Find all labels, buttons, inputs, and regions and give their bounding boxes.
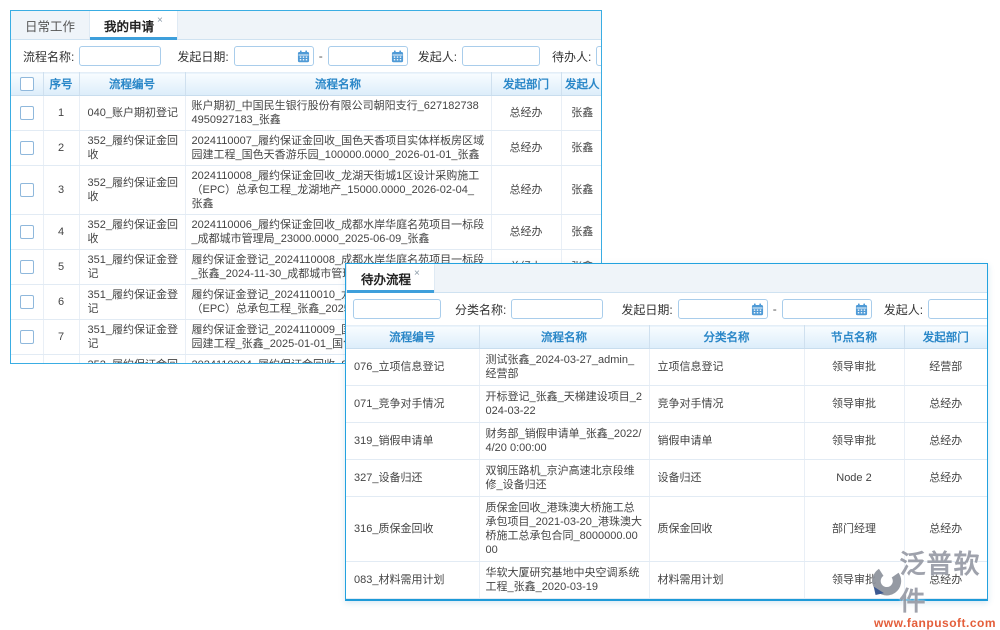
- row-checkbox[interactable]: [20, 225, 34, 239]
- row-checkbox[interactable]: [20, 295, 34, 309]
- start-date-from-field: [234, 46, 314, 66]
- brand-watermark: 泛普软件 www.fanpusoft.com: [870, 544, 1000, 630]
- table-row[interactable]: 327_设备归还 双钢压路机_京沪高速北京段维修_设备归还 设备归还 Node …: [346, 460, 987, 497]
- col-process-code: 流程编号: [346, 326, 479, 349]
- calendar-icon[interactable]: [391, 50, 404, 63]
- close-tab-icon[interactable]: ×: [414, 268, 420, 279]
- col-category-name: 分类名称: [649, 326, 804, 349]
- start-date-label: 发起日期:: [177, 48, 228, 65]
- table-row[interactable]: 2 352_履约保证金回收 2024110007_履约保证金回收_国色天香项目实…: [11, 131, 602, 166]
- table-row[interactable]: 076_立项信息登记 测试张鑫_2024-03-27_admin_经营部 立项信…: [346, 349, 987, 386]
- date-range-separator: -: [319, 49, 323, 63]
- table-row[interactable]: 319_销假申请单 财务部_销假申请单_张鑫_2022/4/20 0:00:00…: [346, 423, 987, 460]
- col-process-name: 流程名称: [479, 326, 649, 349]
- col-dept: 发起部门: [904, 326, 987, 349]
- start-date-to-field: [328, 46, 408, 66]
- category-name-label: 分类名称:: [455, 301, 506, 318]
- todo-tabbar: 待办流程 ×: [346, 264, 987, 293]
- initiator-input[interactable]: [928, 299, 988, 319]
- process-name-label: 流程名称:: [23, 48, 74, 65]
- fanpu-logo-icon: [870, 563, 904, 599]
- tab-label: 待办流程: [361, 269, 411, 288]
- tab-my-requests[interactable]: 我的申请 ×: [89, 11, 178, 39]
- row-checkbox[interactable]: [20, 106, 34, 120]
- calendar-icon[interactable]: [751, 303, 764, 316]
- col-node-name: 节点名称: [804, 326, 904, 349]
- table-header-row: 序号 流程编号 流程名称 发起部门 发起人: [11, 73, 602, 96]
- brand-name: 泛普软件: [900, 544, 1000, 618]
- calendar-icon[interactable]: [855, 303, 868, 316]
- todo-filterbar: 分类名称: 发起日期: - 发起人:: [346, 293, 987, 325]
- initiator-input[interactable]: [462, 46, 540, 66]
- category-name-input[interactable]: [511, 299, 603, 319]
- calendar-icon[interactable]: [297, 50, 310, 63]
- table-row[interactable]: 3 352_履约保证金回收 2024110008_履约保证金回收_龙湖天街城1区…: [11, 166, 602, 215]
- col-process-code: 流程编号: [79, 73, 185, 96]
- row-checkbox[interactable]: [20, 183, 34, 197]
- table-row[interactable]: 4 352_履约保证金回收 2024110006_履约保证金回收_成都水岸华庭名…: [11, 215, 602, 250]
- start-date-label: 发起日期:: [621, 301, 672, 318]
- col-initiator: 发起人: [561, 73, 602, 96]
- initiator-label: 发起人:: [884, 301, 923, 318]
- brand-url: www.fanpusoft.com: [870, 616, 1000, 630]
- col-process-name: 流程名称: [185, 73, 491, 96]
- assignee-input[interactable]: [596, 46, 602, 66]
- tab-label: 我的申请: [104, 16, 154, 35]
- initiator-label: 发起人:: [418, 48, 457, 65]
- tab-label: 日常工作: [25, 16, 75, 35]
- start-date-to-field: [782, 299, 872, 319]
- col-dept: 发起部门: [491, 73, 561, 96]
- assignee-label: 待办人:: [552, 48, 591, 65]
- start-date-from-field: [678, 299, 768, 319]
- process-name-input[interactable]: [79, 46, 161, 66]
- my-requests-filterbar: 流程名称: 发起日期: - 发起人: 待办人:: [11, 40, 601, 72]
- process-name-input[interactable]: [353, 299, 441, 319]
- row-checkbox[interactable]: [20, 141, 34, 155]
- table-header-row: 流程编号 流程名称 分类名称 节点名称 发起部门: [346, 326, 987, 349]
- col-seq: 序号: [43, 73, 79, 96]
- select-all-header: [11, 73, 43, 96]
- tab-todo-flows[interactable]: 待办流程 ×: [346, 264, 435, 292]
- row-checkbox[interactable]: [20, 330, 34, 344]
- select-all-checkbox[interactable]: [20, 77, 34, 91]
- date-range-separator: -: [773, 302, 777, 316]
- close-tab-icon[interactable]: ×: [157, 15, 163, 26]
- table-row[interactable]: 071_竞争对手情况 开标登记_张鑫_天梯建设项目_2024-03-22 竞争对…: [346, 386, 987, 423]
- row-checkbox[interactable]: [20, 260, 34, 274]
- tab-daily-work[interactable]: 日常工作: [11, 11, 89, 39]
- table-row[interactable]: 1 040_账户期初登记 账户期初_中国民生银行股份有限公司朝阳支行_62718…: [11, 96, 602, 131]
- my-requests-tabbar: 日常工作 我的申请 ×: [11, 11, 601, 40]
